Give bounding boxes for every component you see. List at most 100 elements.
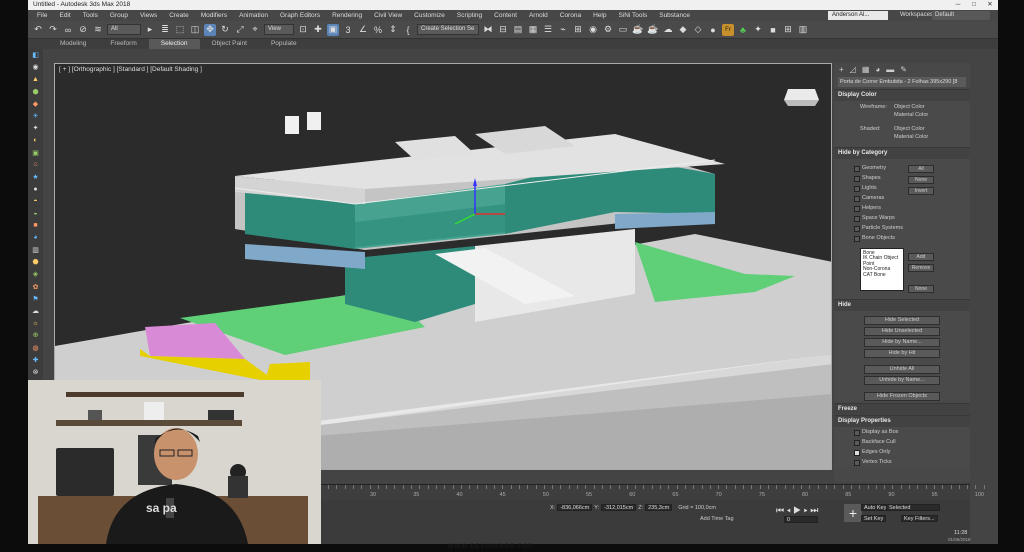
menu-item-file[interactable]: File — [31, 10, 53, 21]
ring-icon[interactable]: ◍ — [28, 342, 43, 354]
scene-explorer-icon[interactable]: ☰ — [542, 24, 554, 36]
menu-item-group[interactable]: Group — [104, 10, 134, 21]
align-icon[interactable]: ⊟ — [497, 24, 509, 36]
window-crossing-icon[interactable]: ◫ — [189, 24, 201, 36]
menu-item-rendering[interactable]: Rendering — [326, 10, 368, 21]
corona-render-icon[interactable]: ◆ — [677, 24, 689, 36]
display-prop-vertex-ticks[interactable]: Vertex Ticks — [834, 457, 970, 467]
create-tab-icon[interactable]: + — [839, 65, 844, 74]
hide-selected-button[interactable]: Hide Selected — [864, 316, 940, 325]
list-none-button[interactable]: None — [908, 285, 934, 293]
cloud-icon[interactable]: ☁ — [28, 305, 43, 317]
user-account[interactable]: Anderson Al... — [828, 11, 888, 20]
light-icon[interactable]: ☀ — [28, 110, 43, 122]
tree-icon[interactable]: ♣ — [737, 24, 749, 36]
mirror-icon[interactable]: ⧓ — [482, 24, 494, 36]
bind-spacewarp-icon[interactable]: ≋ — [92, 24, 104, 36]
select-rotate-icon[interactable]: ↻ — [219, 24, 231, 36]
z-field[interactable]: 235,3cm — [645, 504, 673, 511]
ribbon-tab-freeform[interactable]: Freeform — [98, 39, 148, 49]
layout-icon[interactable]: ▥ — [797, 24, 809, 36]
invert-button[interactable]: Invert — [908, 187, 934, 195]
star-icon[interactable]: ✦ — [28, 122, 43, 134]
key-filters-button[interactable]: Key Filters... — [901, 515, 938, 522]
angle-snap-icon[interactable]: ∠ — [357, 24, 369, 36]
favorite-icon[interactable]: ★ — [28, 171, 43, 183]
category-checkbox-geometry[interactable]: Geometry — [834, 163, 970, 173]
set-key-button[interactable]: Set Key — [861, 515, 887, 522]
spinner-snap-icon[interactable]: ⇕ — [387, 24, 399, 36]
shaded-material-color-radio[interactable]: Material Color — [888, 133, 928, 142]
unhide-all-button[interactable]: Unhide All — [864, 365, 940, 374]
dot-icon[interactable]: ● — [28, 183, 43, 195]
hide-by-hit-button[interactable]: Hide by Hit — [864, 349, 940, 358]
undo-icon[interactable]: ↶ — [32, 24, 44, 36]
display-prop-backface-cull[interactable]: Backface Cull — [834, 437, 970, 447]
menu-item-content[interactable]: Content — [488, 10, 523, 21]
select-manipulate-icon[interactable]: ✚ — [312, 24, 324, 36]
columns-icon[interactable]: ▥ — [28, 244, 43, 256]
ribbon-tab-object-paint[interactable]: Object Paint — [200, 39, 259, 49]
link-icon[interactable]: ∞ — [62, 24, 74, 36]
unhide-by-name-button[interactable]: Unhide by Name... — [864, 376, 940, 385]
top-half-icon[interactable]: ◓ — [28, 195, 43, 207]
menu-item-civil-view[interactable]: Civil View — [368, 10, 408, 21]
category-checkbox-shapes[interactable]: Shapes — [834, 173, 970, 183]
hide-by-name-button[interactable]: Hide by Name... — [864, 338, 940, 347]
sini-icon[interactable]: ✦ — [752, 24, 764, 36]
diamond-icon[interactable]: ◆ — [28, 98, 43, 110]
select-icon[interactable]: ◧ — [28, 49, 43, 61]
category-checkbox-helpers[interactable]: Helpers — [834, 203, 970, 213]
minimize-icon[interactable]: ─ — [950, 0, 966, 10]
menu-item-tools[interactable]: Tools — [77, 10, 104, 21]
box-icon[interactable]: ▣ — [28, 147, 43, 159]
freeze-header[interactable]: Freeze — [834, 404, 970, 415]
pie-icon[interactable]: ◕ — [28, 232, 43, 244]
geosphere-icon[interactable]: ⬢ — [28, 86, 43, 98]
half-icon[interactable]: ◐ — [28, 134, 43, 146]
object-name-field[interactable]: Porta de Correr Embutida - 2 Folhas 395x… — [838, 77, 966, 87]
viewport-label[interactable]: [ + ] [Orthographic ] [Standard ] [Defau… — [59, 66, 202, 73]
grid-icon[interactable]: ⊞ — [782, 24, 794, 36]
select-move-icon[interactable]: ✥ — [204, 23, 216, 36]
select-by-name-icon[interactable]: ≣ — [159, 24, 171, 36]
none-button[interactable]: None — [908, 176, 934, 184]
menu-item-views[interactable]: Views — [134, 10, 163, 21]
render-cloud-icon[interactable]: ☁ — [662, 24, 674, 36]
all-button[interactable]: All — [908, 165, 934, 173]
render-setup-icon[interactable]: ⚙ — [602, 24, 614, 36]
wireframe-material-color-radio[interactable]: Material Color — [888, 111, 928, 120]
reference-coord-dropdown[interactable]: View — [264, 24, 294, 35]
select-object-icon[interactable]: ▸ — [144, 24, 156, 36]
cone-icon[interactable]: ▲ — [28, 73, 43, 85]
selected-dropdown[interactable]: Selected — [886, 504, 940, 511]
display-properties-header[interactable]: Display Properties — [834, 416, 970, 427]
selection-filter-dropdown[interactable]: All — [107, 24, 141, 35]
square-icon[interactable]: ■ — [28, 220, 43, 232]
category-checkbox-space-warps[interactable]: Space Warps — [834, 213, 970, 223]
unlink-icon[interactable]: ⊘ — [77, 24, 89, 36]
layer-explorer-icon[interactable]: ▤ — [512, 24, 524, 36]
playback-controls[interactable]: ⏮ ◂ ▶ ▸ ⏭ — [776, 505, 818, 516]
ribbon-tab-modeling[interactable]: Modeling — [48, 39, 98, 49]
menu-item-corona[interactable]: Corona — [554, 10, 587, 21]
set-key-icon[interactable]: + — [844, 504, 862, 522]
hierarchy-tab-icon[interactable]: ▦ — [862, 65, 870, 74]
add-time-tag[interactable]: Add Time Tag — [700, 516, 734, 522]
render-production-icon[interactable]: ☕ — [632, 24, 644, 36]
menu-item-sini-tools[interactable]: SiNi Tools — [612, 10, 653, 21]
flag-icon[interactable]: ⚑ — [28, 293, 43, 305]
maximize-icon[interactable]: □ — [966, 0, 982, 10]
curve-editor-icon[interactable]: ⌁ — [557, 24, 569, 36]
current-frame-field[interactable]: 0 — [784, 516, 818, 523]
y-field[interactable]: -312,015cm — [601, 504, 637, 511]
flower-icon[interactable]: ✿ — [28, 281, 43, 293]
home-icon[interactable]: ⌂ — [28, 159, 43, 171]
close-icon[interactable]: ✕ — [982, 0, 998, 10]
bottom-half-icon[interactable]: ◒ — [28, 207, 43, 219]
ribbon-tab-selection[interactable]: Selection — [148, 39, 200, 49]
menu-item-customize[interactable]: Customize — [408, 10, 451, 21]
gem-icon[interactable]: ◈ — [28, 268, 43, 280]
edit-named-sel-icon[interactable]: { — [402, 24, 414, 36]
cross-icon[interactable]: ✚ — [28, 354, 43, 366]
